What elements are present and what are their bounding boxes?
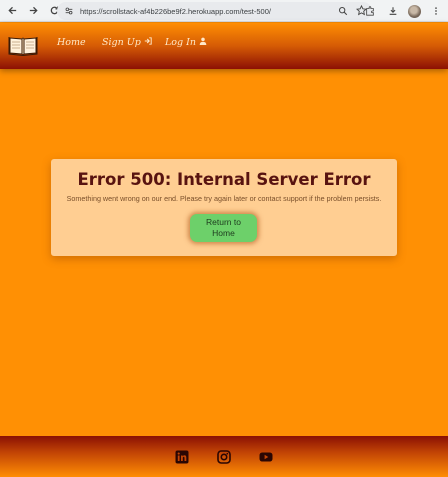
site-info-icon[interactable] bbox=[62, 4, 76, 18]
open-book-icon[interactable] bbox=[8, 33, 38, 57]
sign-in-arrow-icon bbox=[144, 37, 152, 48]
browser-toolbar: https://scrollstack-af4b226be9f2.herokua… bbox=[0, 0, 448, 22]
nav-signup-label: Sign Up bbox=[102, 37, 141, 48]
linkedin-icon[interactable] bbox=[174, 449, 189, 464]
user-icon bbox=[199, 37, 207, 48]
extensions-icon[interactable] bbox=[362, 2, 378, 20]
nav-home-label: Home bbox=[57, 37, 86, 48]
instagram-icon[interactable] bbox=[216, 449, 231, 464]
site-footer bbox=[0, 436, 448, 477]
nav-login-label: Log In bbox=[165, 37, 197, 48]
error-card: Error 500: Internal Server Error Somethi… bbox=[51, 159, 397, 256]
forward-arrow-icon[interactable] bbox=[24, 2, 42, 20]
download-icon[interactable] bbox=[385, 2, 401, 20]
nav-home-link[interactable]: Home bbox=[57, 37, 86, 48]
address-bar[interactable]: https://scrollstack-af4b226be9f2.herokua… bbox=[57, 2, 372, 20]
menu-kebab-icon[interactable] bbox=[428, 2, 444, 20]
error-message: Something went wrong on our end. Please … bbox=[66, 194, 382, 203]
url-text[interactable]: https://scrollstack-af4b226be9f2.herokua… bbox=[80, 7, 271, 16]
profile-avatar[interactable] bbox=[408, 4, 421, 18]
site-header: Home Sign Up Log In bbox=[0, 23, 448, 69]
zoom-icon[interactable] bbox=[336, 4, 349, 17]
nav-signup-link[interactable]: Sign Up bbox=[102, 37, 152, 48]
youtube-icon[interactable] bbox=[258, 449, 273, 464]
nav-login-link[interactable]: Log In bbox=[165, 37, 207, 48]
back-arrow-icon[interactable] bbox=[3, 2, 21, 20]
error-title: Error 500: Internal Server Error bbox=[77, 170, 371, 189]
return-home-button[interactable]: Return to Home bbox=[190, 214, 257, 242]
